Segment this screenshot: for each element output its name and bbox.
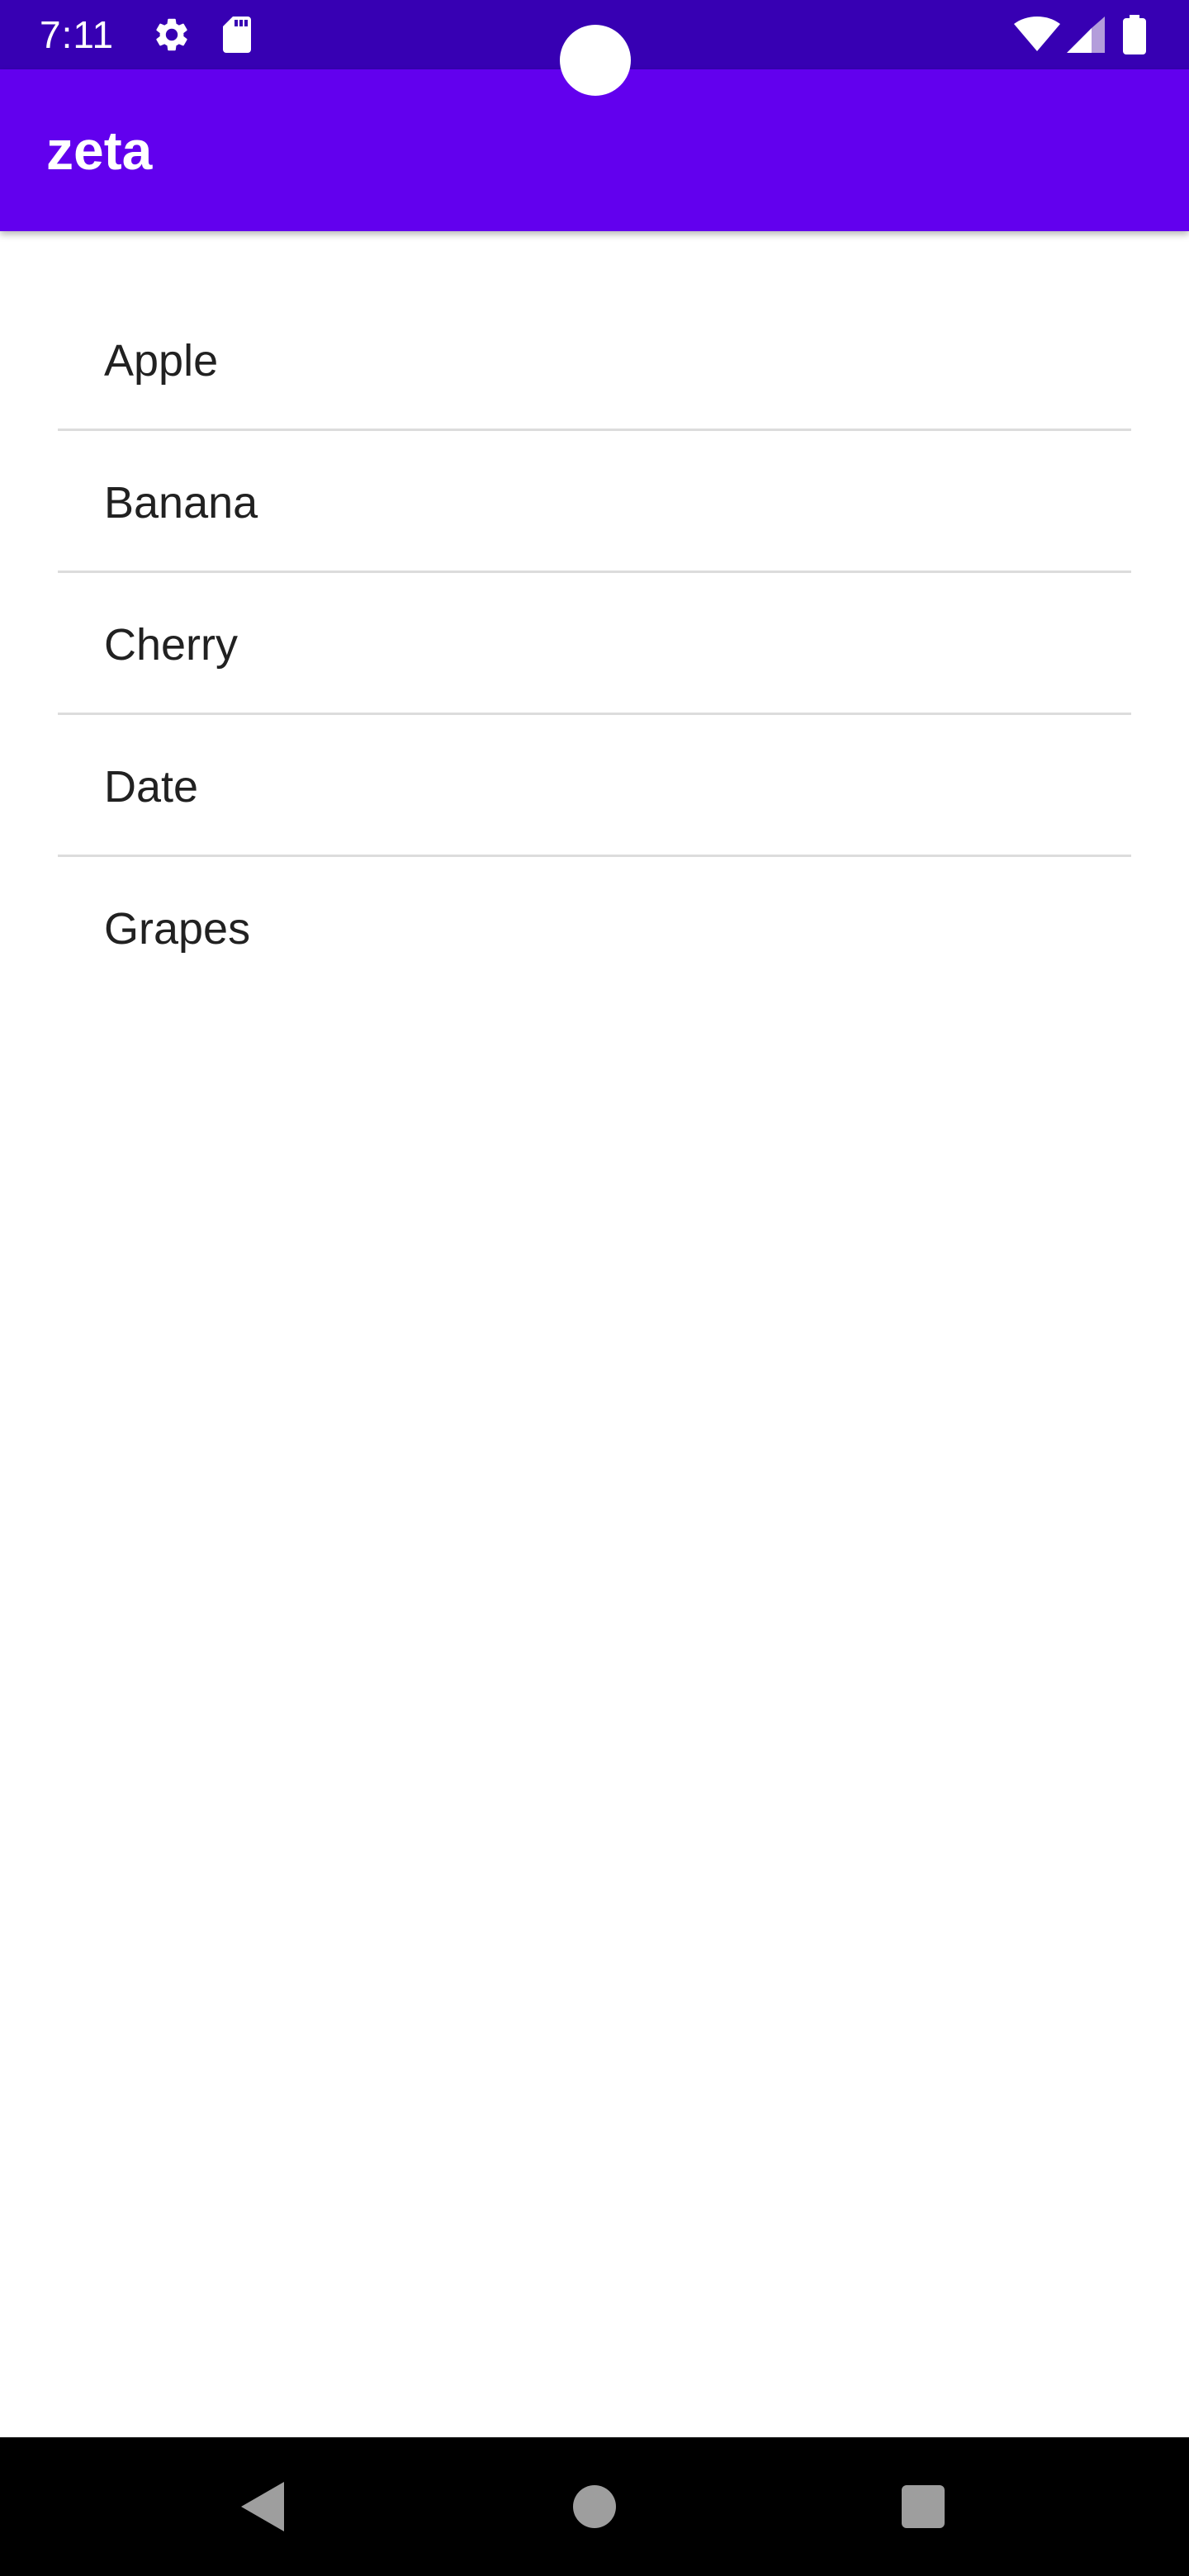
list-item[interactable]: Apple	[58, 289, 1131, 431]
recents-icon	[902, 2485, 945, 2528]
list-item[interactable]: Date	[58, 715, 1131, 857]
list-item-label: Apple	[104, 336, 219, 386]
app-title: zeta	[46, 120, 153, 181]
navigation-bar	[0, 2437, 1189, 2576]
status-time: 7:11	[40, 13, 115, 56]
recents-button[interactable]	[857, 2437, 989, 2576]
list-item-label: Cherry	[104, 620, 239, 670]
home-button[interactable]	[528, 2437, 661, 2576]
list-item-label: Date	[104, 762, 199, 812]
back-button[interactable]	[198, 2437, 330, 2576]
back-icon	[241, 2482, 284, 2531]
battery-icon	[1123, 15, 1146, 54]
signal-icon	[1067, 17, 1105, 53]
list-item[interactable]: Cherry	[58, 573, 1131, 715]
list-item[interactable]: Banana	[58, 431, 1131, 573]
list-item-label: Grapes	[104, 904, 251, 954]
camera-cutout	[560, 25, 631, 96]
wifi-icon	[1014, 17, 1060, 51]
fruit-list: Apple Banana Cherry Date Grapes	[58, 289, 1131, 999]
sd-card-icon	[223, 17, 251, 53]
home-icon	[573, 2485, 616, 2528]
gear-icon	[156, 18, 187, 51]
list-item[interactable]: Grapes	[58, 857, 1131, 999]
list-item-label: Banana	[104, 478, 258, 528]
